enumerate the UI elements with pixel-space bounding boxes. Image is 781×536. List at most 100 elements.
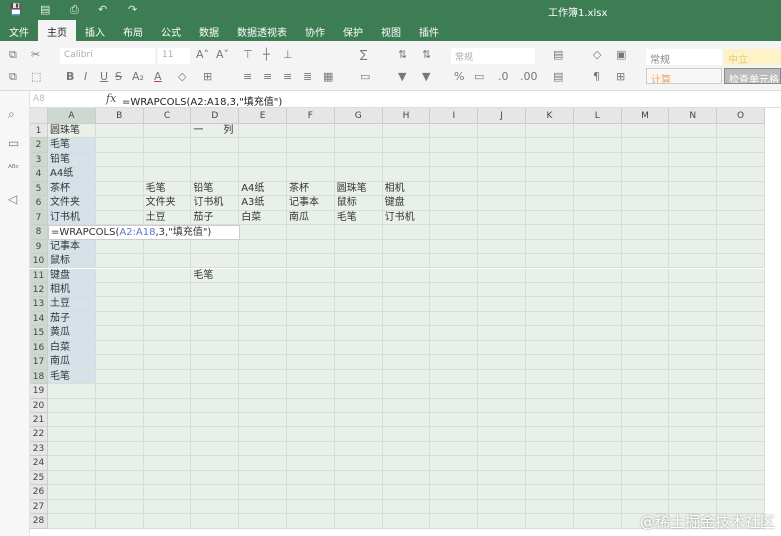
cell[interactable] [95, 456, 144, 471]
cell[interactable] [334, 514, 383, 529]
cell[interactable] [526, 427, 574, 442]
menu-tab[interactable]: 插件 [410, 20, 448, 41]
cell[interactable] [478, 355, 526, 370]
row-header[interactable]: 5 [30, 181, 48, 197]
row-header[interactable]: 10 [30, 254, 48, 269]
cell[interactable] [526, 413, 574, 428]
cell[interactable] [478, 124, 526, 139]
cell[interactable] [95, 514, 144, 529]
row-header[interactable]: 21 [30, 413, 48, 428]
cell[interactable]: 白菜 [48, 340, 96, 356]
cell[interactable] [143, 297, 192, 312]
cell[interactable] [430, 413, 479, 428]
cell[interactable] [382, 311, 431, 327]
clear-filter-icon[interactable]: ▼ [422, 70, 430, 83]
cell[interactable] [191, 456, 240, 471]
cell[interactable] [382, 254, 431, 269]
cell[interactable] [430, 311, 479, 327]
cell[interactable] [191, 499, 240, 515]
cell[interactable] [143, 456, 192, 471]
column-header[interactable]: A [48, 108, 96, 124]
cell[interactable] [143, 514, 192, 529]
cell[interactable] [191, 311, 240, 327]
cell[interactable] [334, 239, 383, 255]
cell[interactable] [621, 485, 670, 500]
menu-tab[interactable]: 数据透视表 [228, 20, 296, 41]
cell[interactable] [430, 470, 479, 486]
cell[interactable] [669, 282, 718, 298]
cell[interactable] [478, 441, 526, 457]
align-middle-icon[interactable]: ┼ [263, 48, 270, 61]
cell[interactable] [717, 355, 765, 370]
cell[interactable] [717, 138, 765, 153]
row-header[interactable]: 20 [30, 398, 48, 413]
cell[interactable] [143, 340, 192, 356]
cell[interactable] [48, 413, 96, 428]
name-box[interactable]: A8 [30, 92, 102, 107]
cell[interactable] [478, 210, 526, 226]
align-bottom-icon[interactable]: ⊥ [283, 48, 293, 61]
cell[interactable] [287, 268, 335, 283]
cell[interactable] [573, 355, 622, 370]
formula-input[interactable]: =WRAPCOLS(A2:A18,3,"填充值") [122, 93, 282, 108]
column-header[interactable]: O [717, 108, 765, 124]
cell[interactable] [478, 398, 526, 413]
increase-font-icon[interactable]: A˄ [196, 48, 209, 61]
cell[interactable] [621, 239, 670, 255]
comment-icon[interactable]: ▭ [8, 136, 19, 150]
row-header[interactable]: 18 [30, 369, 48, 385]
column-header[interactable]: B [95, 108, 144, 124]
cell[interactable]: 土豆 [48, 297, 96, 312]
cell[interactable] [239, 470, 287, 486]
cell[interactable] [717, 456, 765, 471]
cell[interactable] [430, 239, 479, 255]
save-icon[interactable]: 💾 [9, 3, 23, 16]
function-icon[interactable]: fx [106, 92, 116, 105]
cell[interactable] [669, 355, 718, 370]
percent-icon[interactable]: % [454, 70, 464, 83]
cell[interactable] [287, 311, 335, 327]
cell[interactable]: 相机 [382, 181, 431, 197]
cell[interactable] [573, 499, 622, 515]
row-header[interactable]: 3 [30, 152, 48, 168]
cell[interactable] [526, 254, 574, 269]
cell[interactable] [191, 152, 240, 168]
cell[interactable] [191, 239, 240, 255]
cell[interactable]: 毛笔 [143, 181, 192, 197]
print-preview-icon[interactable]: ▤ [40, 3, 50, 16]
font-size-select[interactable]: 11 [158, 48, 190, 64]
cell[interactable] [526, 167, 574, 182]
cell[interactable] [191, 254, 240, 269]
cell[interactable] [573, 470, 622, 486]
cell[interactable] [287, 369, 335, 385]
cell[interactable] [669, 138, 718, 153]
cell[interactable]: 毛笔 [334, 210, 383, 226]
cell[interactable] [717, 210, 765, 226]
cell[interactable] [191, 297, 240, 312]
cell[interactable] [621, 282, 670, 298]
cell[interactable] [191, 470, 240, 486]
cell[interactable]: 鼠标 [334, 196, 383, 211]
search-icon[interactable]: ⌕ [8, 107, 15, 122]
cell[interactable] [669, 398, 718, 413]
cell[interactable] [573, 340, 622, 356]
cell[interactable] [382, 427, 431, 442]
row-header[interactable]: 28 [30, 514, 48, 529]
cell[interactable] [382, 456, 431, 471]
column-header[interactable]: J [478, 108, 526, 124]
cell[interactable] [191, 514, 240, 529]
cell[interactable] [382, 398, 431, 413]
cell[interactable] [143, 239, 192, 255]
cell[interactable] [717, 282, 765, 298]
cell[interactable] [478, 456, 526, 471]
cell[interactable] [95, 441, 144, 457]
column-header[interactable]: G [334, 108, 383, 124]
cell[interactable] [430, 514, 479, 529]
cell[interactable] [621, 384, 670, 399]
cell[interactable] [430, 210, 479, 226]
cell[interactable] [430, 398, 479, 413]
row-header[interactable]: 26 [30, 485, 48, 500]
cell[interactable] [573, 254, 622, 269]
cell[interactable] [191, 326, 240, 341]
cell[interactable] [239, 485, 287, 500]
